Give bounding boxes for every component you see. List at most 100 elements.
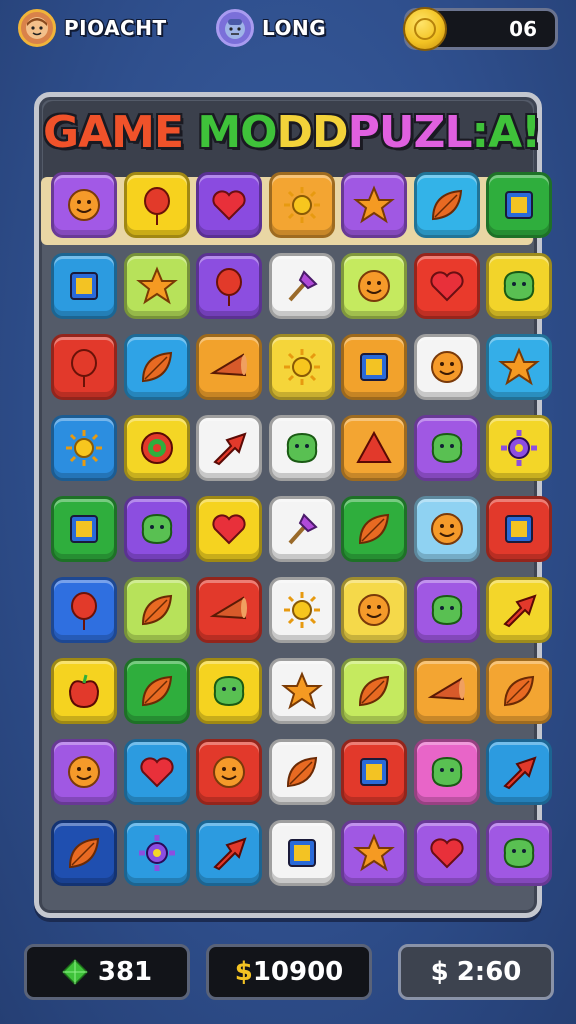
game-tile[interactable]	[51, 415, 117, 481]
blob-icon	[431, 432, 462, 464]
game-tile[interactable]	[123, 172, 190, 238]
square-icon	[70, 272, 98, 300]
game-tile[interactable]	[341, 415, 407, 481]
money-counter[interactable]: $ 10900	[206, 944, 372, 1000]
target-icon	[140, 432, 173, 464]
game-tile[interactable]	[268, 334, 335, 400]
game-tile[interactable]	[268, 820, 335, 886]
game-tile[interactable]	[268, 739, 335, 805]
timer-counter[interactable]: $ 2:60	[398, 944, 554, 1000]
game-tile[interactable]	[51, 577, 117, 643]
blob-icon	[431, 594, 462, 626]
game-tile[interactable]	[51, 658, 117, 724]
square-icon	[505, 191, 533, 219]
game-tile[interactable]	[51, 496, 117, 562]
leaf-icon	[141, 675, 172, 707]
game-tile[interactable]	[486, 253, 552, 319]
star-icon	[353, 833, 395, 872]
smile-icon	[68, 189, 100, 221]
game-tile[interactable]	[341, 253, 407, 319]
timer-value: 2:60	[456, 957, 522, 987]
game-tile[interactable]	[123, 253, 190, 319]
game-tile[interactable]	[413, 496, 480, 562]
game-tile[interactable]	[486, 820, 552, 886]
cone-icon	[209, 596, 247, 620]
player1-profile[interactable]: PIOACHT	[18, 8, 167, 48]
game-tile[interactable]	[413, 577, 480, 643]
game-tile[interactable]	[196, 496, 262, 562]
game-tile[interactable]	[51, 172, 117, 238]
game-tile[interactable]	[413, 334, 480, 400]
game-tile[interactable]	[486, 172, 552, 238]
game-tile[interactable]	[51, 253, 117, 319]
game-tile[interactable]	[341, 739, 407, 805]
game-tile[interactable]	[123, 334, 190, 400]
game-tile[interactable]	[486, 496, 552, 562]
gem-counter[interactable]: 381	[24, 944, 190, 1000]
game-tile[interactable]	[486, 658, 552, 724]
game-tile[interactable]	[196, 334, 262, 400]
title-part-4: PUZL	[347, 107, 473, 158]
coin-counter[interactable]: 06	[403, 7, 558, 51]
smile-icon	[358, 594, 390, 626]
square-icon	[287, 839, 316, 867]
title-part-2: MO	[183, 107, 277, 158]
game-tile[interactable]	[196, 172, 262, 238]
game-tile[interactable]	[341, 334, 407, 400]
heart-icon	[212, 514, 246, 545]
dollar-icon: $	[234, 957, 253, 987]
game-tile[interactable]	[196, 658, 262, 724]
game-tile[interactable]	[268, 253, 335, 319]
game-tile[interactable]	[341, 820, 407, 886]
game-tile[interactable]	[51, 820, 117, 886]
game-tile[interactable]	[413, 739, 480, 805]
game-tile[interactable]	[486, 577, 552, 643]
game-tile[interactable]	[413, 253, 480, 319]
game-tile[interactable]	[341, 658, 407, 724]
heart-icon	[429, 838, 464, 869]
triangle-icon	[356, 430, 392, 463]
game-tile[interactable]	[341, 496, 407, 562]
game-tile[interactable]	[123, 577, 190, 643]
game-tile[interactable]	[486, 415, 552, 481]
sun-icon	[283, 349, 320, 385]
game-tile[interactable]	[413, 820, 480, 886]
leaf-icon	[141, 594, 172, 626]
game-tile[interactable]	[413, 658, 480, 724]
leaf-icon	[358, 675, 390, 707]
gear-icon	[501, 430, 537, 466]
game-tile[interactable]	[196, 739, 262, 805]
heart-icon	[212, 190, 246, 221]
gear-icon	[138, 835, 175, 871]
game-tile[interactable]	[486, 334, 552, 400]
game-tile[interactable]	[123, 415, 190, 481]
game-tile[interactable]	[268, 577, 335, 643]
game-tile[interactable]	[51, 739, 117, 805]
game-tile[interactable]	[413, 172, 480, 238]
player2-profile[interactable]: LONG	[216, 8, 326, 48]
game-tile[interactable]	[123, 820, 190, 886]
game-tile[interactable]	[268, 658, 335, 724]
game-tile[interactable]	[196, 415, 262, 481]
game-tile[interactable]	[268, 415, 335, 481]
game-tile[interactable]	[196, 820, 262, 886]
player1-name: PIOACHT	[64, 16, 167, 40]
coin-value: 06	[509, 17, 537, 41]
game-tile[interactable]	[51, 334, 117, 400]
game-tile[interactable]	[486, 739, 552, 805]
title-part-5: :A!	[471, 107, 542, 158]
game-tile[interactable]	[268, 496, 335, 562]
game-tile[interactable]	[341, 577, 407, 643]
heart-icon	[139, 757, 174, 788]
game-tile[interactable]	[123, 658, 190, 724]
game-tile[interactable]	[196, 253, 262, 319]
title-part-1: GAME	[43, 107, 184, 158]
blob-icon	[503, 270, 535, 302]
game-tile[interactable]	[268, 172, 335, 238]
smile-icon	[213, 756, 245, 788]
game-tile[interactable]	[413, 415, 480, 481]
game-tile[interactable]	[196, 577, 262, 643]
game-tile[interactable]	[123, 739, 190, 805]
game-tile[interactable]	[123, 496, 190, 562]
game-tile[interactable]	[341, 172, 407, 238]
